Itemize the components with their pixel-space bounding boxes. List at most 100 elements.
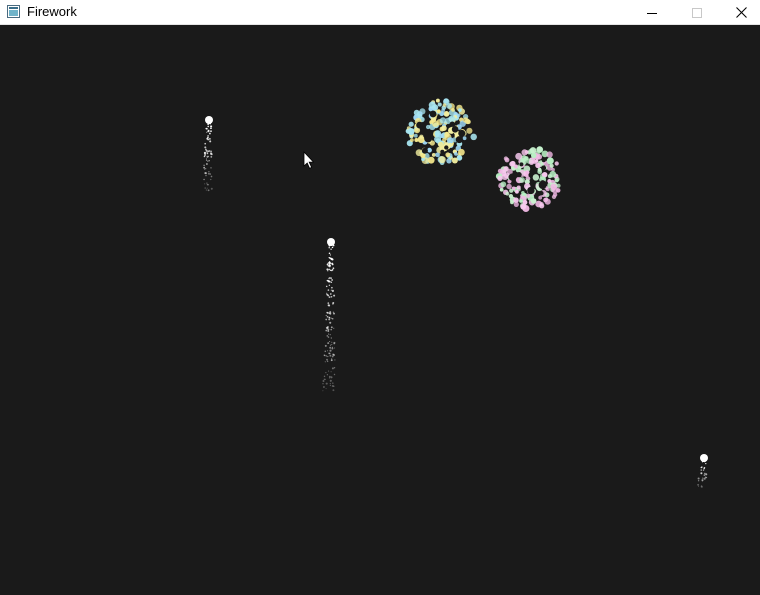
trail-spark xyxy=(327,289,330,291)
app-window: Firework xyxy=(0,0,760,595)
burst-spark xyxy=(515,152,523,160)
trail-spark xyxy=(332,389,335,392)
burst-spark xyxy=(419,134,424,139)
burst-spark xyxy=(499,187,504,192)
burst-spark xyxy=(456,113,461,118)
trail-spark xyxy=(206,152,209,154)
trail-spark xyxy=(330,248,332,250)
burst-spark xyxy=(519,177,525,183)
burst-gap xyxy=(424,134,433,143)
burst-spark xyxy=(442,103,447,107)
rocket-head xyxy=(205,116,213,124)
trail-spark xyxy=(207,125,209,128)
trail-spark xyxy=(326,360,329,363)
burst-spark xyxy=(428,101,436,109)
trail-spark xyxy=(333,312,335,315)
trail-spark xyxy=(326,263,329,266)
trail-spark xyxy=(330,344,332,346)
trail-spark xyxy=(208,171,210,173)
firework-canvas[interactable] xyxy=(0,26,760,595)
burst-gap xyxy=(528,172,534,178)
trail-spark xyxy=(331,244,333,247)
trail-spark xyxy=(325,329,328,332)
trail-spark xyxy=(326,335,329,337)
trail-spark xyxy=(328,263,331,265)
trail-spark xyxy=(328,284,331,286)
app-window-icon xyxy=(7,5,20,18)
trail-spark xyxy=(331,258,334,261)
trail-spark xyxy=(326,315,329,318)
trail-spark xyxy=(207,172,210,175)
trail-spark xyxy=(327,270,329,272)
trail-spark xyxy=(207,150,210,153)
trail-spark xyxy=(700,473,702,475)
trail-spark xyxy=(327,350,329,352)
trail-spark xyxy=(705,473,708,476)
burst-spark xyxy=(535,162,541,169)
trail-spark xyxy=(207,135,209,137)
trail-spark xyxy=(209,173,211,175)
burst-spark xyxy=(554,178,559,183)
burst-gap xyxy=(519,162,524,167)
trail-spark xyxy=(204,146,207,149)
trail-spark xyxy=(331,355,334,358)
burst-gap xyxy=(444,145,449,150)
close-button[interactable] xyxy=(719,0,760,25)
trail-spark xyxy=(210,155,213,158)
trail-spark xyxy=(328,261,331,264)
burst-gap xyxy=(541,165,547,171)
burst-spark xyxy=(458,108,462,112)
burst-spark xyxy=(546,157,554,165)
burst-spark xyxy=(513,201,519,207)
trail-spark xyxy=(210,152,212,155)
trail-spark xyxy=(328,370,330,372)
trail-spark xyxy=(328,268,330,271)
trail-spark xyxy=(210,178,212,181)
burst-spark xyxy=(436,109,441,114)
trail-spark xyxy=(205,158,207,160)
burst-spark xyxy=(539,203,545,209)
trail-spark xyxy=(207,183,209,186)
burst-spark xyxy=(446,137,454,144)
trail-spark xyxy=(329,312,332,315)
trail-spark xyxy=(330,376,333,379)
burst-spark xyxy=(526,193,531,198)
trail-spark xyxy=(330,281,333,284)
trail-spark xyxy=(326,293,329,296)
burst-spark xyxy=(504,157,510,163)
trail-spark xyxy=(325,285,328,288)
burst-spark xyxy=(448,115,456,123)
trail-spark xyxy=(331,286,333,289)
trail-spark xyxy=(703,461,706,463)
burst-spark xyxy=(437,102,442,107)
maximize-button[interactable] xyxy=(674,0,719,25)
trail-spark xyxy=(328,304,331,307)
burst-spark xyxy=(407,128,415,135)
burst-spark xyxy=(470,133,477,141)
burst-spark xyxy=(437,141,444,148)
burst-spark xyxy=(432,120,439,128)
trail-spark xyxy=(697,483,700,486)
trail-spark xyxy=(329,340,331,343)
trail-spark xyxy=(329,254,331,256)
burst-spark xyxy=(434,135,442,143)
firework-scene xyxy=(0,26,760,595)
trail-spark xyxy=(204,187,206,189)
burst-spark xyxy=(413,133,418,138)
trail-spark xyxy=(206,131,208,133)
trail-spark xyxy=(331,341,333,343)
title-bar[interactable]: Firework xyxy=(0,0,760,25)
burst-spark xyxy=(441,125,447,131)
trail-spark xyxy=(327,355,329,358)
trail-spark xyxy=(329,384,332,387)
trail-spark xyxy=(324,344,327,347)
trail-spark xyxy=(328,264,331,267)
minimize-button[interactable] xyxy=(629,0,674,25)
trail-spark xyxy=(325,355,328,357)
trail-spark xyxy=(210,150,212,153)
trail-spark xyxy=(205,189,208,191)
trail-spark xyxy=(332,303,334,305)
trail-spark xyxy=(333,294,336,297)
burst-spark xyxy=(549,170,557,178)
trail-spark xyxy=(326,374,329,376)
